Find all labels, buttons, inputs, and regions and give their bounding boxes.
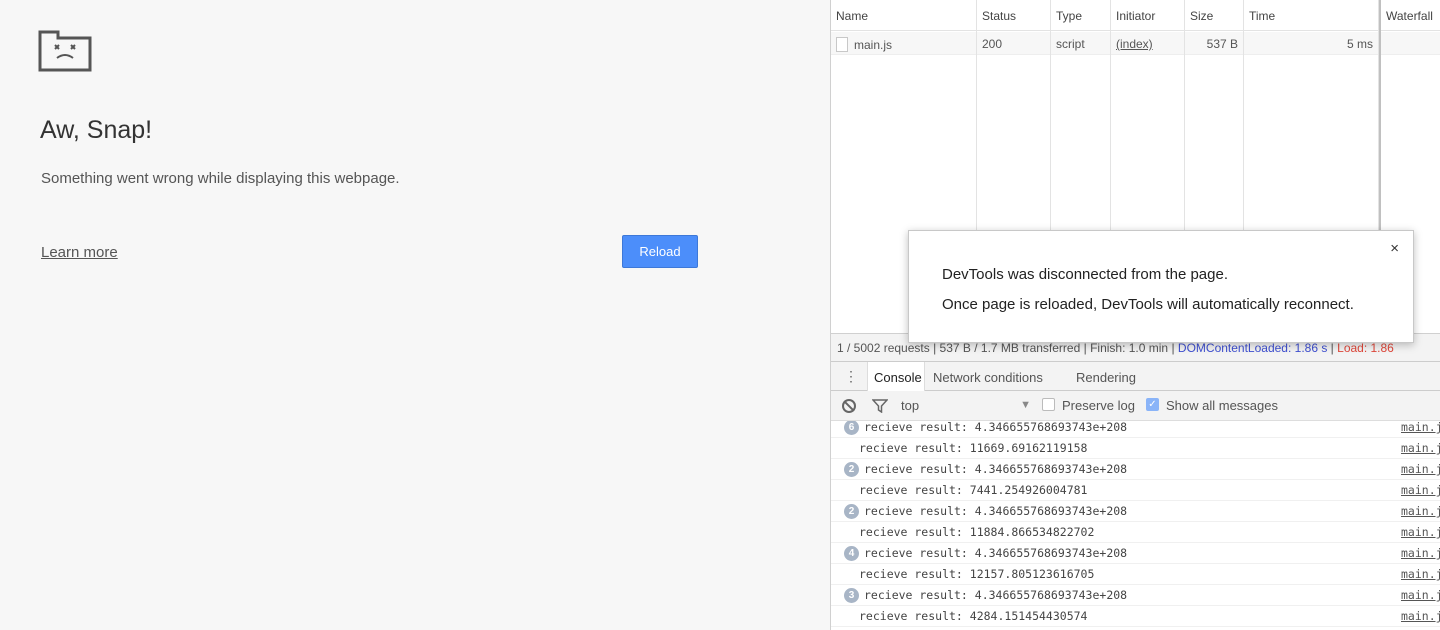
console-message: 4 recieve result: 4.346655768693743e+208… [831,543,1440,564]
repeat-count-badge: 2 [844,462,859,477]
table-cell-size: 537 B [1185,32,1243,55]
source-link[interactable]: main.js [1401,546,1440,560]
table-cell-name[interactable]: main.js [831,32,976,55]
source-link[interactable]: main.js [1401,421,1440,434]
message-text: recieve result: 11669.69162119158 [859,441,1088,455]
console-message: recieve result: 12157.805123616705 main.… [831,564,1440,585]
column-header-status[interactable]: Status [977,0,1050,31]
reload-button[interactable]: Reload [622,235,698,268]
requests-count: 1 / 5002 requests [837,341,930,355]
dialog-message: Once page is reloaded, DevTools will aut… [942,296,1354,313]
learn-more-link[interactable]: Learn more [41,244,118,261]
console-message: recieve result: 11669.69162119158 main.j… [831,438,1440,459]
console-message: recieve result: 7441.254926004781 main.j… [831,480,1440,501]
close-icon[interactable]: × [1390,240,1399,257]
message-text: recieve result: 4.346655768693743e+208 [864,462,1128,476]
console-message: recieve result: 11884.866534822702 main.… [831,522,1440,543]
column-header-name[interactable]: Name [831,0,976,31]
show-all-messages-checkbox[interactable]: ✓ [1146,398,1159,411]
console-messages: 6 recieve result: 4.346655768693743e+208… [831,421,1440,630]
table-cell-type: script [1051,32,1110,55]
file-icon [836,37,848,52]
message-text: recieve result: 12157.805123616705 [859,567,1095,581]
source-link[interactable]: main.js [1401,462,1440,476]
repeat-count-badge: 6 [844,421,859,435]
more-options-icon[interactable]: ⋮ [844,368,858,385]
finish-time: Finish: 1.0 min [1090,341,1169,355]
source-link[interactable]: main.js [1401,525,1440,539]
source-link[interactable]: main.js [1401,441,1440,455]
page-title: Aw, Snap! [40,116,153,144]
message-text: recieve result: 4.346655768693743e+208 [864,546,1128,560]
repeat-count-badge: 4 [844,546,859,561]
transferred-size: 537 B / 1.7 MB transferred [939,341,1081,355]
clear-console-icon[interactable] [842,399,856,413]
column-header-initiator[interactable]: Initiator [1111,0,1184,31]
tab-rendering[interactable]: Rendering [1076,362,1136,391]
message-text: recieve result: 7441.254926004781 [859,483,1088,497]
sad-tab-icon [38,30,92,72]
preserve-log-label[interactable]: Preserve log [1062,398,1135,413]
column-header-waterfall[interactable]: Waterfall [1381,0,1440,31]
error-description: Something went wrong while displaying th… [41,170,400,187]
console-message: 6 recieve result: 4.346655768693743e+208… [831,421,1440,438]
preserve-log-checkbox[interactable] [1042,398,1055,411]
dialog-message: DevTools was disconnected from the page. [942,266,1228,283]
load-time: Load: 1.86 [1337,341,1394,355]
repeat-count-badge: 3 [844,588,859,603]
initiator-link[interactable]: (index) [1116,37,1153,51]
source-link[interactable]: main.js [1401,483,1440,497]
column-header-type[interactable]: Type [1051,0,1110,31]
source-link[interactable]: main.js [1401,504,1440,518]
source-link[interactable]: main.js [1401,609,1440,623]
tab-console[interactable]: Console [867,362,925,391]
column-header-time[interactable]: Time [1244,0,1378,31]
message-text: recieve result: 4284.151454430574 [859,609,1088,623]
console-message: recieve result: 4284.151454430574 main.j… [831,606,1440,627]
repeat-count-badge: 2 [844,504,859,519]
filter-icon[interactable] [872,399,888,413]
column-header-size[interactable]: Size [1185,0,1243,31]
table-cell-status: 200 [977,32,1050,55]
message-text: recieve result: 4.346655768693743e+208 [864,504,1128,518]
console-message: 2 recieve result: 4.346655768693743e+208… [831,501,1440,522]
chevron-down-icon: ▼ [1020,399,1031,411]
crash-page: Aw, Snap! Something went wrong while dis… [0,0,831,630]
table-cell-time: 5 ms [1244,32,1378,55]
table-cell-initiator: (index) [1111,32,1184,55]
table-cell-waterfall [1381,32,1440,55]
dom-content-loaded: DOMContentLoaded: 1.86 s [1177,341,1328,355]
console-message: 3 recieve result: 4.346655768693743e+208… [831,585,1440,606]
disconnected-dialog: × DevTools was disconnected from the pag… [908,230,1414,343]
request-name: main.js [854,38,893,52]
drawer-tab-bar: ⋮ Console Network conditions Rendering [831,361,1440,391]
context-value: top [901,398,920,413]
tab-network-conditions[interactable]: Network conditions [933,362,1043,391]
console-message: 2 recieve result: 4.346655768693743e+208… [831,459,1440,480]
source-link[interactable]: main.js [1401,567,1440,581]
message-text: recieve result: 11884.866534822702 [859,525,1095,539]
show-all-messages-label[interactable]: Show all messages [1166,398,1278,413]
console-toolbar: top ▼ Preserve log ✓ Show all messages [831,391,1440,421]
message-text: recieve result: 4.346655768693743e+208 [864,421,1128,434]
context-selector[interactable]: top ▼ [901,398,1031,416]
source-link[interactable]: main.js [1401,588,1440,602]
message-text: recieve result: 4.346655768693743e+208 [864,588,1128,602]
